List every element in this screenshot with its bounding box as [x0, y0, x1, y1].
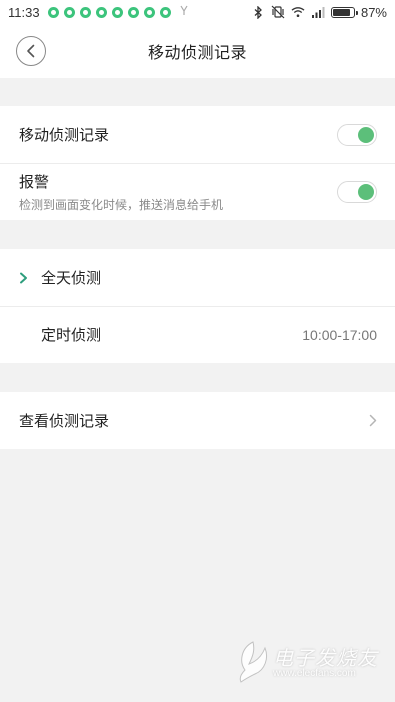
- signal-icon: [311, 5, 325, 19]
- mode-scheduled[interactable]: 定时侦测 10:00-17:00: [0, 306, 395, 363]
- toggle-knob: [358, 183, 374, 200]
- alarm-description: 检测到画面变化时候，推送消息给手机: [19, 197, 224, 212]
- notification-icon: [47, 6, 59, 18]
- notification-icon: [111, 6, 123, 18]
- status-bar: 11:33 87%: [0, 0, 395, 24]
- chevron-right-icon: [369, 414, 377, 427]
- wifi-icon: [291, 5, 305, 19]
- alarm-row: 报警 检测到画面变化时候，推送消息给手机: [0, 163, 395, 220]
- motion-detect-row: 移动侦测记录: [0, 106, 395, 163]
- watermark-logo-icon: [239, 641, 268, 683]
- notification-icon: [127, 6, 139, 18]
- notification-icons: [47, 5, 188, 19]
- back-button[interactable]: [16, 36, 46, 66]
- battery-icon: [330, 6, 358, 18]
- watermark-text: 电子发烧友: [273, 646, 378, 670]
- battery-percent: 87%: [360, 4, 387, 20]
- watermark-url: www.elecfans.com: [273, 668, 356, 679]
- notification-icon: [79, 6, 91, 18]
- view-records-label: 查看侦测记录: [19, 412, 110, 430]
- alarm-toggle[interactable]: [337, 180, 377, 203]
- view-records-row[interactable]: 查看侦测记录: [0, 392, 395, 449]
- system-icons: 87%: [251, 5, 387, 20]
- notification-icon: [63, 6, 75, 18]
- mode-all-day[interactable]: 全天侦测: [0, 249, 395, 306]
- detection-mode-group: 全天侦测 定时侦测 10:00-17:00: [0, 249, 395, 363]
- alarm-label: 报警: [19, 172, 50, 191]
- chevron-left-icon: [27, 44, 35, 58]
- mode-scheduled-label: 定时侦测: [41, 326, 102, 344]
- status-time: 11:33: [8, 4, 40, 20]
- schedule-time-range[interactable]: 10:00-17:00: [302, 327, 377, 343]
- notification-icon: [159, 6, 171, 18]
- title-bar: 移动侦测记录: [0, 24, 395, 78]
- watermark-logo: 电子发烧友 www.elecfans.com: [235, 638, 385, 688]
- records-group: 查看侦测记录: [0, 392, 395, 449]
- notification-icon: [95, 6, 107, 18]
- settings-group: 移动侦测记录 报警 检测到画面变化时候，推送消息给手机: [0, 106, 395, 220]
- vibrate-off-icon: [271, 5, 285, 19]
- battery-fill: [332, 8, 351, 16]
- motion-detect-toggle[interactable]: [337, 123, 377, 146]
- chevron-right-icon: [19, 272, 35, 284]
- toggle-knob: [358, 126, 374, 143]
- page-title: 移动侦测记录: [147, 43, 247, 62]
- mode-all-day-label: 全天侦测: [41, 269, 102, 287]
- usb-icon: [180, 5, 188, 19]
- notification-icon: [143, 6, 155, 18]
- bluetooth-icon: [251, 5, 265, 19]
- alarm-texts: 报警 检测到画面变化时候，推送消息给手机: [19, 171, 223, 213]
- motion-detect-label: 移动侦测记录: [19, 126, 110, 144]
